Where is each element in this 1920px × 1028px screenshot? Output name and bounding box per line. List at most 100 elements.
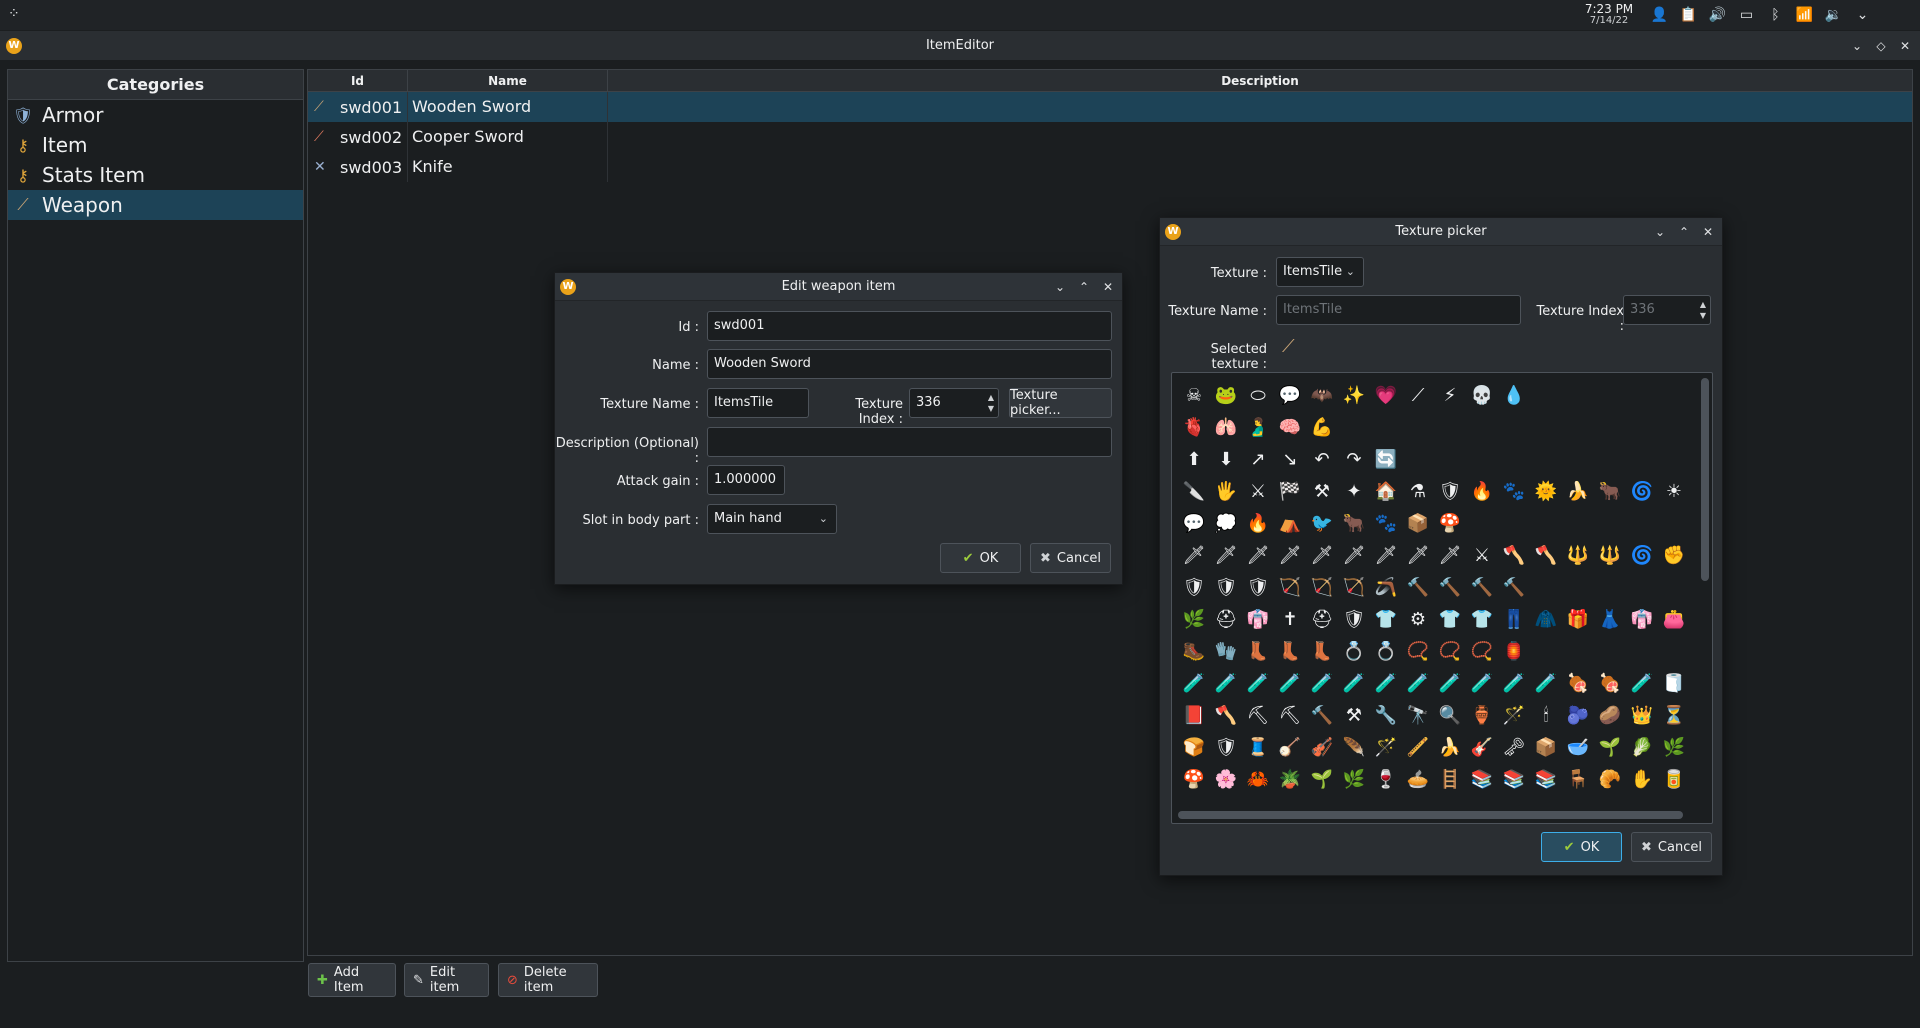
chevron-down-icon[interactable]: ⌄ (1848, 5, 1877, 25)
texture-tile[interactable]: 🗡 (1370, 539, 1402, 571)
texture-tile[interactable]: 🐸 (1210, 379, 1242, 411)
texture-tile[interactable]: ⛑ (1210, 603, 1242, 635)
texture-tile[interactable]: 🌞 (1530, 475, 1562, 507)
texture-tile[interactable]: 🗡 (1434, 539, 1466, 571)
texture-tile[interactable]: 💍 (1370, 635, 1402, 667)
description-field[interactable] (707, 427, 1112, 457)
texture-tile[interactable]: 🛡 (1242, 571, 1274, 603)
texture-tile[interactable]: 🪓 (1498, 539, 1530, 571)
texture-tile[interactable]: 💭 (1210, 507, 1242, 539)
texture-tile[interactable] (1402, 443, 1434, 475)
texture-tile[interactable]: 📚 (1498, 763, 1530, 795)
texture-tile[interactable] (1530, 443, 1562, 475)
horizontal-scrollbar[interactable] (1178, 811, 1683, 819)
texture-tile[interactable]: 👢 (1242, 635, 1274, 667)
texture-tile[interactable]: 🐂 (1338, 507, 1370, 539)
texture-tile[interactable]: 🏹 (1306, 571, 1338, 603)
texture-tile[interactable] (1594, 571, 1626, 603)
texture-tile[interactable]: ⚔ (1242, 475, 1274, 507)
texture-tile[interactable]: 👛 (1658, 603, 1690, 635)
texture-tile[interactable]: 👢 (1306, 635, 1338, 667)
add-item-button[interactable]: ✚ Add Item (308, 963, 396, 997)
texture-tile[interactable] (1626, 379, 1658, 411)
texture-tile[interactable]: 🫐 (1562, 699, 1594, 731)
texture-tile[interactable]: ↷ (1338, 443, 1370, 475)
texture-tile[interactable]: 💀 (1466, 379, 1498, 411)
texture-tile[interactable]: 🗝 (1498, 731, 1530, 763)
texture-tile[interactable]: ⚒ (1306, 475, 1338, 507)
texture-tile[interactable]: ⬇ (1210, 443, 1242, 475)
launcher-icon[interactable]: ⁘ (8, 6, 26, 24)
category-stats-item[interactable]: ⚷ Stats Item (8, 160, 303, 190)
texture-picker-button[interactable]: Texture picker... (1009, 388, 1112, 418)
texture-tile[interactable]: ⛏ (1274, 699, 1306, 731)
texture-tile[interactable]: 🪓 (1530, 539, 1562, 571)
texture-tile[interactable]: 💬 (1274, 379, 1306, 411)
texture-tile[interactable]: 🔱 (1594, 539, 1626, 571)
table-row[interactable]: ⟋ swd001 Wooden Sword (308, 92, 1912, 122)
cancel-button[interactable]: ✖ Cancel (1631, 832, 1712, 862)
texture-tile[interactable] (1562, 507, 1594, 539)
texture-tile[interactable]: 🧪 (1370, 667, 1402, 699)
texture-tile[interactable]: 🐾 (1498, 475, 1530, 507)
texture-tile[interactable]: 👕 (1434, 603, 1466, 635)
texture-tile[interactable]: 🏹 (1338, 571, 1370, 603)
texture-tile[interactable]: 🧪 (1530, 667, 1562, 699)
texture-tile[interactable]: 🦀 (1242, 763, 1274, 795)
texture-tile[interactable] (1562, 635, 1594, 667)
texture-tile[interactable]: 📿 (1434, 635, 1466, 667)
texture-tile[interactable]: ⚒ (1338, 699, 1370, 731)
texture-tile[interactable]: 🎻 (1306, 731, 1338, 763)
maximize-icon[interactable]: ⌃ (1074, 278, 1094, 296)
texture-tile[interactable]: 🪃 (1370, 571, 1402, 603)
category-weapon[interactable]: ⟋ Weapon (8, 190, 303, 220)
spin-arrows-icon[interactable]: ▲ ▼ (988, 392, 994, 414)
texture-tile[interactable]: ⛑ (1306, 603, 1338, 635)
battery-icon[interactable]: ▭ (1732, 5, 1761, 25)
texture-tile[interactable]: ☠ (1178, 379, 1210, 411)
dialog-titlebar[interactable]: W Texture picker ⌄ ⌃ ✕ (1160, 218, 1722, 246)
texture-tile[interactable]: 👕 (1466, 603, 1498, 635)
texture-tile[interactable] (1562, 379, 1594, 411)
texture-tile[interactable]: 🖐 (1210, 475, 1242, 507)
texture-tile[interactable] (1594, 635, 1626, 667)
texture-tile[interactable] (1658, 443, 1690, 475)
texture-tile[interactable]: 💬 (1178, 507, 1210, 539)
texture-tile[interactable]: 🗡 (1402, 539, 1434, 571)
user-switch-icon[interactable]: 👤 (1645, 5, 1674, 25)
texture-tile[interactable]: 👢 (1274, 635, 1306, 667)
texture-tile[interactable]: 🌱 (1594, 731, 1626, 763)
texture-tile[interactable]: 🐦 (1306, 507, 1338, 539)
texture-tile[interactable]: 🗡 (1242, 539, 1274, 571)
texture-tile[interactable]: 🌿 (1338, 763, 1370, 795)
window-titlebar[interactable]: W ItemEditor ⌄ ◇ ✕ (0, 31, 1920, 61)
texture-tile[interactable]: 🧪 (1402, 667, 1434, 699)
texture-tile[interactable]: 📕 (1178, 699, 1210, 731)
texture-tile[interactable]: 🔨 (1498, 571, 1530, 603)
texture-tile[interactable] (1594, 411, 1626, 443)
texture-tile[interactable]: 🪑 (1562, 763, 1594, 795)
texture-tile[interactable]: 🥬 (1626, 731, 1658, 763)
texture-tile[interactable]: 🎸 (1466, 731, 1498, 763)
texture-tile[interactable]: 📦 (1402, 507, 1434, 539)
texture-tile[interactable]: 🍄 (1434, 507, 1466, 539)
texture-tile[interactable]: ☀ (1658, 475, 1690, 507)
texture-tile[interactable]: 🌿 (1178, 603, 1210, 635)
texture-tile[interactable]: 🏺 (1466, 699, 1498, 731)
category-item[interactable]: ⚷ Item (8, 130, 303, 160)
texture-tile[interactable]: 🪄 (1370, 731, 1402, 763)
texture-tile[interactable]: 🌀 (1626, 539, 1658, 571)
texture-tile[interactable]: 👖 (1498, 603, 1530, 635)
texture-tile[interactable]: 🔄 (1370, 443, 1402, 475)
texture-tile[interactable]: 🧤 (1210, 635, 1242, 667)
slot-combobox[interactable]: Main hand ⌄ (707, 504, 837, 534)
texture-tile[interactable]: 💪 (1306, 411, 1338, 443)
texture-tile[interactable]: 🍷 (1370, 763, 1402, 795)
texture-tile[interactable]: ⚡ (1434, 379, 1466, 411)
texture-tile[interactable]: 🎁 (1562, 603, 1594, 635)
texture-tile[interactable]: 📿 (1466, 635, 1498, 667)
texture-tile[interactable]: 🪶 (1338, 731, 1370, 763)
texture-tile[interactable]: 🐂 (1594, 475, 1626, 507)
texture-tile[interactable]: 🧪 (1498, 667, 1530, 699)
texture-tile[interactable]: ↗ (1242, 443, 1274, 475)
